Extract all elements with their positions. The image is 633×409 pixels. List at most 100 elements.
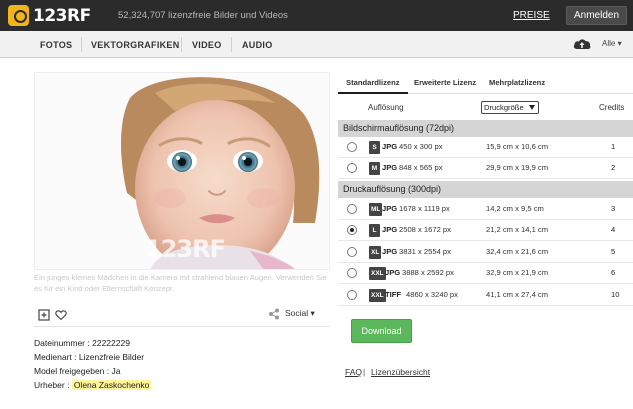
meta-value: Ja: [111, 366, 121, 376]
col-credits: Credits: [599, 103, 625, 112]
credits-value: 10: [611, 290, 620, 299]
license-row[interactable]: XXL TIFF 4860 x 3240 px 41,1 cm x 27,4 c…: [338, 285, 633, 306]
license-overview-link[interactable]: Lizenzübersicht: [371, 367, 430, 377]
nav-item-video[interactable]: VIDEO: [192, 31, 222, 58]
license-row[interactable]: S JPG 450 x 300 px 15,9 cm x 10,6 cm 1: [338, 137, 633, 158]
meta-label: Urheber :: [34, 380, 70, 390]
license-row[interactable]: M JPG 848 x 565 px 29,9 cm x 19,9 cm 2: [338, 158, 633, 179]
pixel-size: 3831 x 2554 px: [399, 247, 451, 256]
social-dropdown[interactable]: Social ▾: [285, 308, 315, 319]
size-radio[interactable]: [347, 225, 357, 235]
meta-label: Dateinummer :: [34, 338, 90, 348]
filter-label: Alle: [602, 39, 616, 48]
size-radio[interactable]: [347, 142, 357, 152]
watermark: 123RF: [145, 235, 226, 263]
meta-model-release: Model freigegeben : Ja: [34, 366, 121, 376]
pixel-size: 1678 x 1119 px: [399, 204, 450, 213]
credits-value: 4: [611, 225, 616, 234]
pixel-size: 3888 x 2592 px: [402, 268, 454, 277]
login-button[interactable]: Anmelden: [566, 6, 627, 25]
nav-bar: FOTOS VEKTORGRAFIKEN VIDEO AUDIO: [0, 31, 633, 58]
size-badge: XXL: [369, 267, 386, 280]
col-resolution: Auflösung: [368, 103, 404, 112]
license-tabs: Standardlizenz Erweiterte Lizenz Mehrpla…: [338, 72, 633, 94]
cloud-upload-icon[interactable]: [573, 37, 591, 51]
meta-value: Lizenzfreie Bilder: [78, 352, 145, 362]
divider: [34, 326, 330, 327]
nav-item-fotos[interactable]: FOTOS: [40, 31, 72, 58]
pixel-size: 2508 x 1672 px: [399, 225, 451, 234]
size-radio[interactable]: [347, 163, 357, 173]
credits-value: 1: [611, 142, 616, 151]
pixel-size: 4860 x 3240 px: [406, 290, 458, 299]
pixel-size: 848 x 565 px: [399, 163, 443, 172]
print-size: 32,4 cm x 21,6 cm: [486, 247, 549, 256]
nav-divider: [81, 37, 82, 52]
print-size-select[interactable]: Druckgröße: [481, 101, 539, 114]
social-label: Social: [285, 308, 309, 318]
nav-item-audio[interactable]: AUDIO: [242, 31, 273, 58]
credits-value: 5: [611, 247, 616, 256]
size-badge: ML: [369, 203, 383, 216]
logo-icon: [8, 5, 29, 26]
size-badge: XL: [369, 246, 382, 259]
meta-label: Medienart :: [34, 352, 77, 362]
format-label: TIFF: [385, 290, 402, 299]
author-link[interactable]: Olena Zaskochenko: [71, 380, 152, 390]
download-button[interactable]: Download: [351, 319, 412, 343]
license-row[interactable]: XL JPG 3831 x 2554 px 32,4 cm x 21,6 cm …: [338, 242, 633, 263]
meta-label: Model freigegeben :: [34, 366, 110, 376]
image-caption: Ein junges kleines Mädchen in die Kamera…: [34, 273, 327, 293]
section-print-resolution: Druckauflösung (300dpi): [338, 181, 633, 198]
size-radio[interactable]: [347, 290, 357, 300]
meta-media-type: Medienart : Lizenzfreie Bilder: [34, 352, 144, 362]
size-badge: M: [369, 162, 380, 175]
print-size: 15,9 cm x 10,6 cm: [486, 142, 549, 151]
size-badge: L: [369, 224, 380, 237]
pricing-link[interactable]: PREISE: [513, 10, 550, 21]
format-label: JPG: [382, 142, 398, 151]
size-radio[interactable]: [347, 268, 357, 278]
lightbox-add-icon[interactable]: [38, 309, 50, 321]
meta-author: Urheber : Olena Zaskochenko: [34, 380, 152, 390]
format-label: JPG: [382, 247, 398, 256]
print-size: 21,2 cm x 14,1 cm: [486, 225, 549, 234]
print-size: 29,9 cm x 19,9 cm: [486, 163, 549, 172]
format-label: JPG: [382, 163, 398, 172]
size-badge: XXL: [369, 289, 386, 302]
credits-value: 3: [611, 204, 616, 213]
nav-divider: [181, 37, 182, 52]
print-size: 14,2 cm x 9,5 cm: [486, 204, 544, 213]
nav-item-vektorgrafiken[interactable]: VEKTORGRAFIKEN: [91, 31, 180, 58]
format-label: JPG: [382, 204, 398, 213]
heart-icon[interactable]: [55, 309, 67, 321]
format-label: JPG: [382, 225, 398, 234]
share-icon[interactable]: [268, 308, 280, 320]
size-badge: S: [369, 141, 380, 154]
logo-text: 123RF: [33, 5, 91, 26]
link-separator: |: [363, 367, 366, 377]
size-radio[interactable]: [347, 204, 357, 214]
license-row[interactable]: XXL JPG 3888 x 2592 px 32,9 cm x 21,9 cm…: [338, 263, 633, 284]
size-radio[interactable]: [347, 247, 357, 257]
preview-image[interactable]: 123RF: [34, 72, 330, 270]
tagline: 52,324,707 lizenzfreie Bilder und Videos: [118, 10, 288, 21]
print-size: 41,1 cm x 27,4 cm: [486, 290, 549, 299]
license-row[interactable]: ML JPG 1678 x 1119 px 14,2 cm x 9,5 cm 3: [338, 199, 633, 220]
credits-value: 2: [611, 163, 616, 172]
tab-extended-license[interactable]: Erweiterte Lizenz: [414, 78, 476, 87]
meta-file-number: Dateinummer : 22222229: [34, 338, 130, 348]
logo[interactable]: 123RF: [8, 5, 91, 26]
format-label: JPG: [385, 268, 401, 277]
tab-multiseat-license[interactable]: Mehrplatzlizenz: [489, 78, 545, 87]
faq-link[interactable]: FAQ: [345, 367, 362, 377]
license-row[interactable]: L JPG 2508 x 1672 px 21,2 cm x 14,1 cm 4: [338, 220, 633, 241]
tab-standard-license[interactable]: Standardlizenz: [338, 78, 408, 94]
nav-divider: [231, 37, 232, 52]
section-screen-resolution: Bildschirmauflösung (72dpi): [338, 120, 633, 137]
print-size: 32,9 cm x 21,9 cm: [486, 268, 549, 277]
credits-value: 6: [611, 268, 616, 277]
meta-value: 22222229: [92, 338, 130, 348]
pixel-size: 450 x 300 px: [399, 142, 443, 151]
search-filter-dropdown[interactable]: Alle ▾: [602, 39, 622, 48]
